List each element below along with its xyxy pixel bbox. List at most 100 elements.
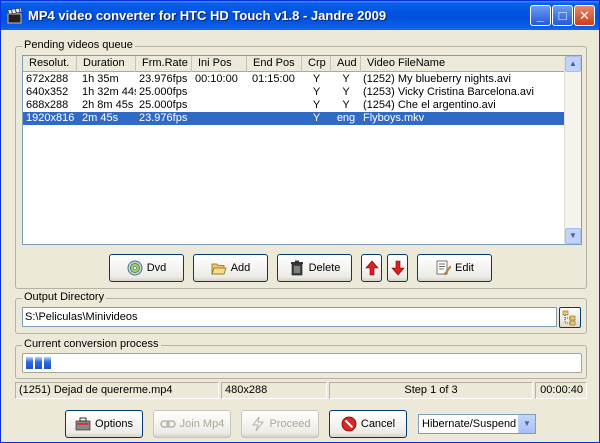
- cell-audio: Y: [342, 86, 350, 98]
- dropdown-button[interactable]: ▼: [518, 415, 535, 433]
- add-button-label: Add: [230, 262, 251, 274]
- column-header-framerate[interactable]: Frm.Rate: [136, 56, 192, 72]
- minimize-icon: _: [536, 8, 545, 23]
- red-arrow-down-icon: [390, 260, 405, 276]
- main-window: MP4 video converter for HTC HD Touch v1.…: [0, 0, 600, 443]
- table-row[interactable]: 672x288 1h 35m 23.976fps 00:10:00 01:15:…: [23, 73, 581, 86]
- cell-end-pos: 01:15:00: [252, 73, 295, 85]
- trash-can-icon: [290, 260, 303, 276]
- cell-crop: Y: [312, 112, 321, 124]
- options-button-label: Options: [95, 418, 133, 430]
- close-button[interactable]: ✕: [574, 5, 595, 26]
- scroll-up-button[interactable]: ▲: [565, 56, 581, 72]
- cell-ini-pos: [193, 86, 247, 99]
- status-elapsed-time: 00:00:40: [535, 382, 587, 399]
- column-header-duration[interactable]: Duration: [77, 56, 136, 72]
- cell-audio: Y: [342, 99, 350, 111]
- cell-resolution: 688x288: [26, 99, 69, 111]
- lightning-icon: [251, 416, 264, 432]
- column-header-resolution[interactable]: Resolut.: [23, 56, 77, 72]
- dvd-button-label: Dvd: [146, 262, 167, 274]
- power-action-select[interactable]: Hibernate/Suspend ▼: [418, 414, 536, 434]
- cell-resolution: 640x352: [26, 86, 69, 98]
- progress-block: [35, 357, 42, 369]
- cell-crop: Y: [312, 86, 321, 98]
- scroll-down-arrow-icon: ▼: [569, 231, 577, 240]
- column-header-crop[interactable]: Crp: [302, 56, 331, 72]
- video-queue-list[interactable]: Resolut. Duration Frm.Rate Ini Pos End P…: [22, 55, 582, 245]
- cancel-stop-icon: [341, 416, 357, 432]
- edit-button-label: Edit: [455, 262, 474, 274]
- conversion-group-label: Current conversion process: [22, 338, 161, 350]
- status-bar: (1251) Dejad de quererme.mp4 480x288 Ste…: [15, 382, 587, 399]
- move-down-button[interactable]: [387, 254, 408, 282]
- list-vertical-scrollbar[interactable]: ▲ ▼: [564, 56, 581, 244]
- maximize-icon: □: [558, 8, 567, 23]
- minimize-button[interactable]: _: [530, 5, 551, 26]
- cell-framerate: 23.976fps: [139, 73, 188, 85]
- cell-crop: Y: [312, 99, 321, 111]
- cell-ini-pos: [193, 112, 247, 125]
- column-header-end-pos[interactable]: End Pos: [247, 56, 302, 72]
- cell-framerate: 25.000fps: [139, 99, 188, 111]
- conversion-progress-bar: [22, 353, 582, 373]
- cell-duration: 1h 32m 44s: [82, 86, 136, 98]
- cancel-button[interactable]: Cancel: [329, 410, 407, 438]
- edit-button[interactable]: Edit: [417, 254, 492, 282]
- open-folder-icon: [211, 263, 227, 275]
- maximize-button[interactable]: □: [552, 5, 573, 26]
- film-clapper-icon: [7, 8, 23, 24]
- column-header-filename[interactable]: Video FileName: [361, 56, 566, 72]
- scroll-down-button[interactable]: ▼: [565, 228, 581, 244]
- folder-tree-icon: [562, 310, 576, 326]
- dvd-button[interactable]: Dvd: [109, 254, 184, 282]
- dvd-disc-icon: [127, 260, 143, 276]
- cell-end-pos: [250, 86, 302, 99]
- queue-group-label: Pending videos queue: [22, 39, 135, 51]
- list-header: Resolut. Duration Frm.Rate Ini Pos End P…: [23, 56, 581, 72]
- join-mp4-button-label: Join Mp4: [179, 418, 225, 430]
- table-row-selected[interactable]: 1920x816 2m 45s 23.976fps Y eng Flyboys.…: [23, 112, 565, 125]
- tools-icon: [75, 417, 91, 431]
- cell-end-pos: [250, 112, 302, 125]
- cell-framerate: 25.000fps: [139, 86, 188, 98]
- options-button[interactable]: Options: [65, 410, 143, 438]
- table-row[interactable]: 688x288 2h 8m 45s 25.000fps Y Y (1254) C…: [23, 99, 581, 112]
- move-up-button[interactable]: [361, 254, 382, 282]
- join-link-icon: [159, 420, 176, 428]
- cell-resolution: 672x288: [26, 73, 69, 85]
- cell-audio: Y: [342, 73, 350, 85]
- cell-ini-pos: 00:10:00: [195, 73, 238, 85]
- cell-end-pos: [250, 99, 302, 112]
- proceed-button[interactable]: Proceed: [241, 410, 319, 438]
- cell-filename: (1254) Che el argentino.avi: [363, 99, 496, 111]
- cell-crop: Y: [312, 73, 321, 85]
- cell-resolution: 1920x816: [26, 112, 75, 124]
- cell-framerate: 23.976fps: [139, 112, 188, 124]
- column-header-audio[interactable]: Aud: [331, 56, 361, 72]
- column-header-ini-pos[interactable]: Ini Pos: [192, 56, 247, 72]
- proceed-button-label: Proceed: [269, 418, 311, 430]
- progress-block: [26, 357, 33, 369]
- status-resolution: 480x288: [221, 382, 327, 399]
- add-button[interactable]: Add: [193, 254, 268, 282]
- output-directory-input[interactable]: S:\Peliculas\Minivideos: [22, 307, 557, 327]
- cell-filename: Flyboys.mkv: [363, 112, 425, 124]
- close-icon: ✕: [579, 8, 590, 23]
- cell-ini-pos: [193, 99, 247, 112]
- chevron-down-icon: ▼: [523, 419, 531, 428]
- cell-duration: 2h 8m 45s: [82, 99, 134, 111]
- cell-audio: eng: [336, 112, 356, 124]
- edit-document-icon: [436, 260, 452, 276]
- power-action-value: Hibernate/Suspend: [422, 418, 517, 430]
- progress-block: [44, 357, 51, 369]
- join-mp4-button[interactable]: Join Mp4: [153, 410, 231, 438]
- title-bar[interactable]: MP4 video converter for HTC HD Touch v1.…: [1, 1, 599, 30]
- cell-duration: 1h 35m: [82, 73, 119, 85]
- cancel-button-label: Cancel: [360, 418, 396, 430]
- cell-duration: 2m 45s: [82, 112, 119, 124]
- delete-button-label: Delete: [308, 262, 341, 274]
- table-row[interactable]: 640x352 1h 32m 44s 25.000fps Y Y (1253) …: [23, 86, 581, 99]
- browse-folder-button[interactable]: [559, 307, 581, 328]
- delete-button[interactable]: Delete: [277, 254, 352, 282]
